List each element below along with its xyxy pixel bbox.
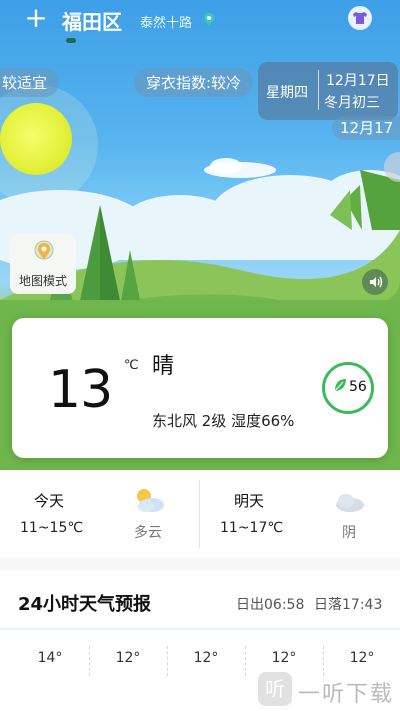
location-pin-icon[interactable]: [203, 12, 215, 26]
current-weather-card[interactable]: 13 ℃ 晴 东北风 2级 湿度66% 56: [12, 318, 388, 458]
tomorrow-condition: 阴: [342, 525, 356, 541]
two-day-forecast: 今天 11~15℃ 多云 明天 11~17℃ 阴: [0, 474, 400, 558]
shirt-icon: [353, 12, 367, 24]
tomorrow-range: 11~17℃: [220, 520, 284, 536]
forecast-divider: [199, 480, 200, 548]
hour-temp[interactable]: 12°: [167, 650, 245, 666]
lunar-date-label: 冬月初三: [324, 95, 380, 111]
voice-broadcast-button[interactable]: [362, 269, 388, 295]
tomorrow-title: 明天: [234, 492, 265, 510]
aqi-value: 56: [349, 379, 367, 395]
speaker-icon: [370, 276, 383, 288]
hourly-divider: [0, 628, 400, 630]
district-name[interactable]: 福田区: [62, 6, 122, 35]
clothing-index-banner[interactable]: 穿衣指数:较冷: [134, 68, 254, 97]
date-label: 12月17日: [326, 73, 390, 89]
today-condition: 多云: [134, 525, 162, 541]
watermark: 听 一听下载: [258, 672, 400, 708]
cloud-icon: [336, 494, 364, 512]
map-mode-button[interactable]: 地图模式: [10, 234, 76, 294]
weekday-label: 星期四: [266, 85, 308, 101]
current-temperature: 13: [48, 360, 113, 420]
watermark-logo: 听: [258, 672, 292, 706]
partly-cloudy-icon: [137, 489, 164, 512]
leaf-icon: [334, 379, 346, 392]
hour-temp[interactable]: 14°: [11, 650, 89, 666]
today-range: 11~15℃: [20, 520, 84, 536]
hour-temp[interactable]: 12°: [245, 650, 323, 666]
hour-temp[interactable]: 12°: [89, 650, 167, 666]
comfort-index-banner[interactable]: 较适宜: [0, 68, 60, 97]
date-banner-partial: 12月17: [332, 116, 400, 140]
map-mode-label: 地图模式: [18, 274, 67, 288]
today-title: 今天: [34, 492, 65, 510]
current-condition: 晴: [152, 354, 175, 379]
page-indicator-dot: [66, 38, 76, 43]
watermark-text: 一听下载: [298, 682, 395, 707]
hourly-forecast-title: 24小时天气预报: [18, 594, 152, 615]
map-icon: [34, 240, 54, 260]
date-card: 星期四 12月17日 冬月初三: [258, 62, 398, 120]
sunset-time: 日落17:43: [314, 597, 383, 613]
section-gap: [0, 558, 400, 570]
plus-icon: +: [24, 1, 48, 34]
add-city-button[interactable]: +: [22, 4, 50, 32]
clothing-index-text: 穿衣指数:较冷: [146, 74, 242, 92]
comfort-index-text: 较适宜: [2, 74, 48, 92]
sunrise-time: 日出06:58: [236, 597, 305, 613]
dress-index-button[interactable]: [348, 6, 372, 30]
aqi-badge[interactable]: 56: [322, 362, 374, 414]
top-bar: + 福田区 泰然十路: [0, 0, 400, 44]
temperature-unit: ℃: [124, 358, 139, 373]
hour-temp[interactable]: 12°: [323, 650, 400, 666]
date-divider: [318, 70, 319, 110]
wind-humidity: 东北风 2级 湿度66%: [152, 412, 295, 430]
street-name[interactable]: 泰然十路: [140, 12, 192, 31]
